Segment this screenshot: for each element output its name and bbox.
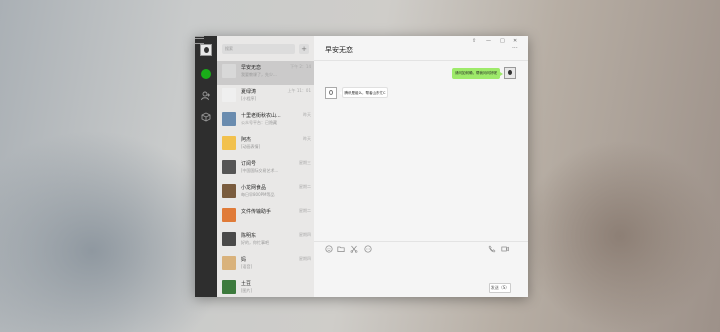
chat-list-item[interactable]: 文件传输助手 星期二 — [217, 205, 314, 229]
chat-list-item[interactable]: 妈 [语音] 星期四 — [217, 253, 314, 277]
chat-name: 十里老街秋农山... — [241, 113, 281, 119]
chat-list-panel: 搜索 + 早安无恋 我要教课了，先少... 下午 2：14 夏绿涛 [小程序] 上午 11… — [217, 36, 314, 297]
chat-time: 星期四 — [299, 256, 311, 261]
conversation-title: 早安无恋 — [325, 46, 353, 54]
maximize-icon[interactable]: □ — [500, 38, 505, 44]
chat-preview: 公众号平台：已隐藏 — [241, 120, 277, 125]
chat-name: 订阅号 — [241, 161, 257, 167]
chat-preview: [图片] — [241, 288, 253, 293]
chat-time: 星期二 — [299, 184, 311, 189]
chat-name: 早安无恋 — [241, 65, 262, 71]
chat-name: 小龙网食品 — [241, 185, 267, 191]
chat-list-item[interactable]: 土豆 [图片] — [217, 277, 314, 297]
chat-list-item[interactable]: 阿杰 [动画表情] 昨天 — [217, 133, 314, 157]
chat-list-item[interactable]: 小龙网食品 每日早800PM等品 星期二 — [217, 181, 314, 205]
folder-icon[interactable] — [337, 245, 345, 253]
message-bubble-received[interactable]: 腾讯是组么，帮者山东忙C — [342, 87, 388, 98]
contact-avatar[interactable] — [325, 87, 337, 99]
chat-time: 下午 2：14 — [290, 64, 311, 69]
chat-time: 上午 11：01 — [287, 88, 311, 93]
chat-time: 星期二 — [299, 208, 311, 213]
chat-preview: 每日早800PM等品 — [241, 192, 275, 197]
chat-time: 星期三 — [299, 160, 311, 165]
chat-list-item[interactable]: 夏绿涛 [小程序] 上午 11：01 — [217, 85, 314, 109]
chat-avatar — [222, 280, 236, 294]
add-button[interactable]: + — [299, 44, 309, 54]
chat-avatar — [222, 184, 236, 198]
navigation-sidebar — [195, 36, 217, 297]
send-button[interactable]: 发送（S） — [489, 283, 511, 293]
minimize-icon[interactable]: — — [486, 38, 491, 44]
chat-list-item[interactable]: 订阅号 [中国国际交易艺术... 星期三 — [217, 157, 314, 181]
chat-name: 阿杰 — [241, 137, 252, 143]
chat-name: 土豆 — [241, 281, 252, 287]
chat-time: 昨天 — [303, 136, 311, 141]
chat-name: 夏绿涛 — [241, 89, 257, 95]
chat-avatar — [222, 160, 236, 174]
chat-avatar — [222, 88, 236, 102]
chat-avatar — [222, 64, 236, 78]
chat-list-item[interactable]: 陈明东 好的，你忙事吧 星期四 — [217, 229, 314, 253]
chat-preview: [中国国际交易艺术... — [241, 168, 279, 173]
chat-name: 文件传输助手 — [241, 209, 272, 215]
chat-avatar — [222, 136, 236, 150]
close-icon[interactable]: ✕ — [513, 38, 517, 44]
pin-icon[interactable]: ⇧ — [472, 38, 476, 44]
phone-icon[interactable] — [488, 245, 496, 253]
chat-list-item[interactable]: 十里老街秋农山... 公众号平台：已隐藏 昨天 — [217, 109, 314, 133]
message-bubble-sent[interactable]: 请问如何确，帮我问问好呢 — [452, 68, 500, 79]
my-message-avatar[interactable] — [504, 67, 516, 79]
search-input[interactable]: 搜索 — [222, 44, 295, 54]
wechat-window: 搜索 + 早安无恋 我要教课了，先少... 下午 2：14 夏绿涛 [小程序] 上午 11… — [195, 36, 528, 297]
bubble-tail — [500, 72, 503, 76]
chat-preview: [动画表情] — [241, 144, 261, 149]
video-icon[interactable] — [501, 245, 509, 253]
chat-preview: [小程序] — [241, 96, 257, 101]
input-divider — [314, 241, 528, 242]
contacts-icon[interactable] — [201, 91, 211, 101]
chat-avatar — [222, 232, 236, 246]
header-divider — [314, 60, 528, 61]
chat-list-item[interactable]: 早安无恋 我要教课了，先少... 下午 2：14 — [217, 61, 314, 85]
chat-time: 星期四 — [299, 232, 311, 237]
chat-avatar — [222, 112, 236, 126]
emoji-icon[interactable] — [325, 245, 333, 253]
chat-preview: 好的，你忙事吧 — [241, 240, 269, 245]
more-icon[interactable]: ··· — [512, 45, 518, 52]
menu-icon[interactable] — [195, 36, 204, 44]
chat-avatar — [222, 256, 236, 270]
chat-preview: [语音] — [241, 264, 253, 269]
chat-name: 陈明东 — [241, 233, 257, 239]
chat-avatar — [222, 208, 236, 222]
screenshot-icon[interactable] — [350, 245, 358, 253]
background-blur — [520, 140, 720, 332]
chat-preview: 我要教课了，先少... — [241, 72, 277, 77]
chat-time: 昨天 — [303, 112, 311, 117]
chat-history-icon[interactable] — [364, 245, 372, 253]
conversation-panel: ⇧ — □ ✕ 早安无恋 ··· 请问如何确，帮我问问好呢 腾讯是组么，帮者山东… — [314, 36, 528, 297]
favorites-icon[interactable] — [201, 112, 211, 122]
chat-name: 妈 — [241, 257, 247, 263]
chat-icon[interactable] — [201, 69, 211, 79]
my-avatar[interactable] — [200, 44, 212, 56]
